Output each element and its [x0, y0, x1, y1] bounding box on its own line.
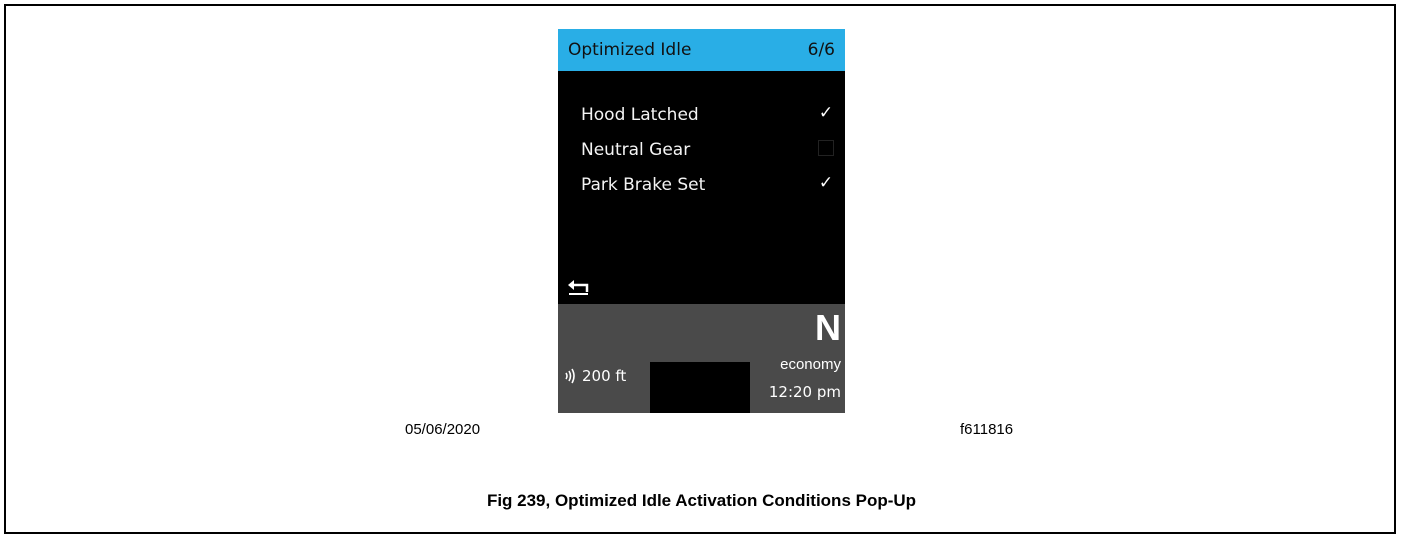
distance-readout: 200 ft [564, 367, 626, 385]
empty-checkbox-icon [818, 140, 834, 156]
checkmark-icon: ✓ [818, 103, 834, 123]
condition-label: Neutral Gear [581, 140, 691, 160]
page-indicator: 6/6 [807, 40, 835, 60]
clock-time: 12:20 pm [768, 383, 841, 401]
popup-header: Optimized Idle 6/6 [558, 29, 845, 71]
figure-caption: Fig 239, Optimized Idle Activation Condi… [486, 491, 917, 510]
wireless-signal-icon [565, 368, 575, 384]
status-bar: N economy 12:20 pm 200 ft [558, 304, 845, 413]
figure-id: f611816 [960, 421, 1014, 438]
figure-date: 05/06/2020 [405, 421, 481, 438]
gear-indicator: N [815, 307, 841, 348]
condition-park-brake-set: Park Brake Set ✓ [558, 169, 845, 204]
checkmark-icon: ✓ [818, 173, 834, 193]
back-arrow-icon[interactable] [568, 279, 590, 300]
popup-title: Optimized Idle [568, 40, 692, 60]
condition-label: Hood Latched [581, 105, 699, 125]
drive-mode: economy [780, 356, 841, 373]
distance-value: 200 ft [582, 367, 627, 385]
condition-hood-latched: Hood Latched ✓ [558, 99, 845, 134]
display-screen: Optimized Idle 6/6 Hood Latched ✓ Neutra… [558, 29, 845, 413]
blank-panel [650, 362, 750, 413]
condition-neutral-gear: Neutral Gear [558, 134, 845, 169]
condition-label: Park Brake Set [581, 175, 706, 195]
conditions-list: Hood Latched ✓ Neutral Gear Park Brake S… [558, 99, 845, 204]
